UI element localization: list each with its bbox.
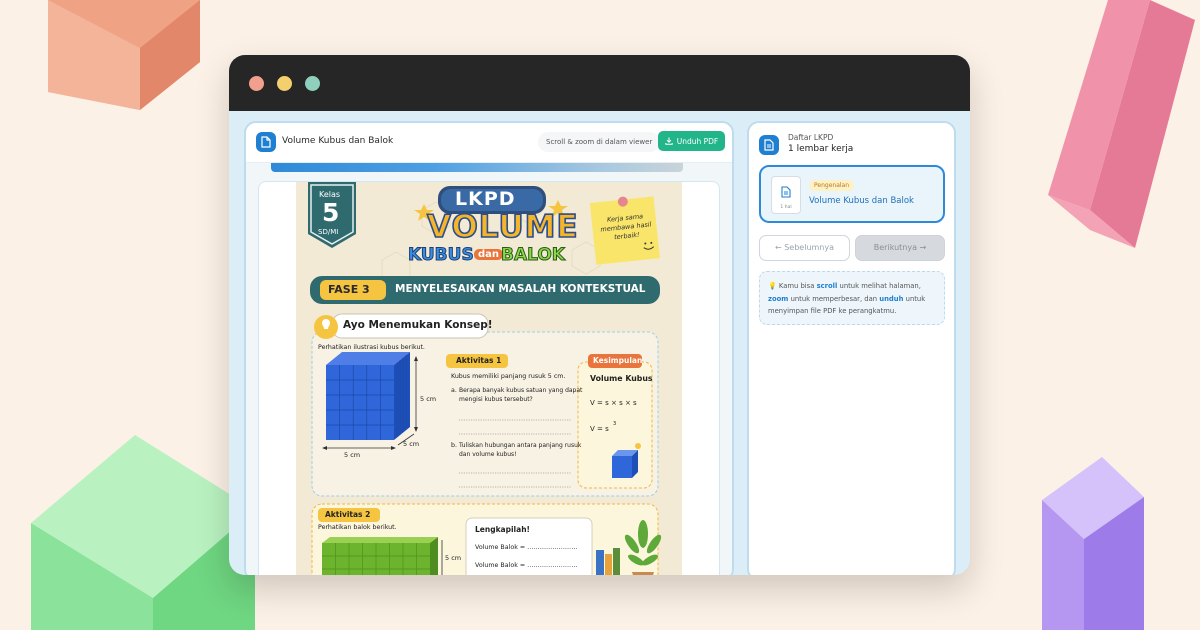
pdf-viewer-panel: Volume Kubus dan Balok Scroll & zoom di … — [244, 121, 734, 575]
banner-balok: BALOK — [501, 245, 566, 266]
document-title: Volume Kubus dan Balok — [282, 136, 394, 146]
download-icon — [665, 137, 673, 145]
thumbnail-file-icon — [781, 186, 791, 198]
sheet-count: 1 lembar kerja — [788, 144, 854, 154]
activity1-label: Aktivitas 1 — [456, 356, 502, 365]
lightbulb-icon: 💡 — [768, 282, 777, 290]
beam-volume-2: Volume Balok = …………………… — [475, 562, 578, 569]
previous-page-edge — [271, 163, 683, 172]
banner-kubus: KUBUS — [408, 245, 475, 266]
tip-text-1: Kamu bisa — [778, 282, 815, 290]
activity1-question-a-line2: mengisi kubus tersebut? — [459, 396, 533, 403]
phase-title: MENYELESAIKAN MASALAH KONTEKSTUAL — [395, 283, 646, 295]
conclusion-label: Kesimpulan — [593, 356, 643, 365]
beam-dim: 5 cm — [445, 554, 462, 562]
worksheet-page: Kelas 5 SD/MI LKPD VOLUME KUBUS dan BALO… — [296, 182, 682, 575]
formula-2: V = s — [590, 425, 609, 433]
activity2-intro: Perhatikan balok berikut. — [318, 524, 397, 531]
sticky-note-text: Kerja sama membawa hasil terbaik! — [600, 212, 652, 242]
scroll-zoom-hint: Scroll & zoom di dalam viewer — [538, 132, 661, 152]
help-tip: 💡 Kamu bisa scroll untuk melihat halaman… — [759, 271, 945, 325]
next-button[interactable]: Berikutnya → — [855, 235, 945, 261]
banner-dan: dan — [474, 249, 504, 260]
activity1-question-a-line1: Berapa banyak kubus satuan yang dapat — [459, 387, 583, 394]
tip-unduh: unduh — [879, 294, 904, 303]
window-minimize-dot[interactable] — [277, 76, 292, 91]
concept-heading: Ayo Menemukan Konsep! — [343, 319, 493, 331]
decor-pink-block — [1048, 0, 1195, 248]
cube-dim-depth: 5 cm — [403, 440, 420, 448]
activity2-label: Aktivitas 2 — [325, 510, 371, 519]
banner-volume: VOLUME — [426, 208, 579, 246]
complete-title: Lengkapilah! — [475, 525, 530, 534]
tip-text-2: untuk melihat halaman, — [839, 282, 921, 290]
window-maximize-dot[interactable] — [305, 76, 320, 91]
cube-dim-bottom: 5 cm — [344, 451, 361, 459]
viewer-header: Volume Kubus dan Balok Scroll & zoom di … — [246, 123, 732, 163]
window-titlebar — [229, 55, 970, 111]
sheet-card-volume[interactable]: 1 hal Pengenalan Volume Kubus dan Balok — [759, 165, 945, 223]
thumbnail-caption: 1 hal — [780, 205, 792, 210]
cube-dim-side: 5 cm — [420, 395, 437, 403]
sheet-thumbnail: 1 hal — [771, 176, 801, 214]
activity1-question-b-marker: b. — [451, 442, 457, 449]
conclusion-title: Volume Kubus — [590, 374, 653, 383]
sheet-tag: Pengenalan — [809, 180, 855, 191]
tip-zoom: zoom — [768, 294, 789, 303]
grade-number: 5 — [322, 198, 340, 227]
viewer-scroll-area[interactable]: Kelas 5 SD/MI LKPD VOLUME KUBUS dan BALO… — [246, 163, 732, 575]
app-window: Volume Kubus dan Balok Scroll & zoom di … — [229, 55, 970, 575]
activity1-question-a-marker: a. — [451, 387, 457, 394]
phase-label: FASE 3 — [328, 283, 370, 296]
beam-volume-1: Volume Balok = …………………… — [475, 544, 578, 551]
activity1-intro: Kubus memiliki panjang rusuk 5 cm. — [451, 373, 566, 380]
formula-1: V = s × s × s — [590, 399, 637, 407]
previous-button[interactable]: ← Sebelumnya — [759, 235, 850, 261]
document-icon — [256, 132, 276, 152]
activity1-question-b-line2: dan volume kubus! — [459, 451, 517, 458]
download-pdf-label: Unduh PDF — [676, 136, 719, 146]
grade-level: SD/MI — [318, 228, 339, 236]
list-label: Daftar LKPD — [788, 133, 834, 142]
decor-orange-block — [48, 0, 200, 110]
window-close-dot[interactable] — [249, 76, 264, 91]
lkpd-list-panel: Daftar LKPD 1 lembar kerja 1 hal Pengena… — [747, 121, 956, 575]
formula-2-exponent: 3 — [613, 421, 617, 427]
tip-text-3: untuk memperbesar, dan — [790, 294, 878, 303]
sheet-title: Volume Kubus dan Balok — [809, 196, 914, 206]
pdf-page-frame: Kelas 5 SD/MI LKPD VOLUME KUBUS dan BALO… — [258, 181, 720, 575]
download-pdf-button[interactable]: Unduh PDF — [658, 131, 725, 151]
banner-lkpd: LKPD — [455, 188, 516, 210]
cube-intro: Perhatikan ilustrasi kubus berikut. — [318, 344, 425, 351]
list-document-icon — [759, 135, 779, 155]
tip-scroll: scroll — [816, 282, 838, 290]
decor-purple-block — [1042, 457, 1144, 630]
activity1-question-b-line1: Tuliskan hubungan antara panjang rusuk — [459, 442, 582, 449]
